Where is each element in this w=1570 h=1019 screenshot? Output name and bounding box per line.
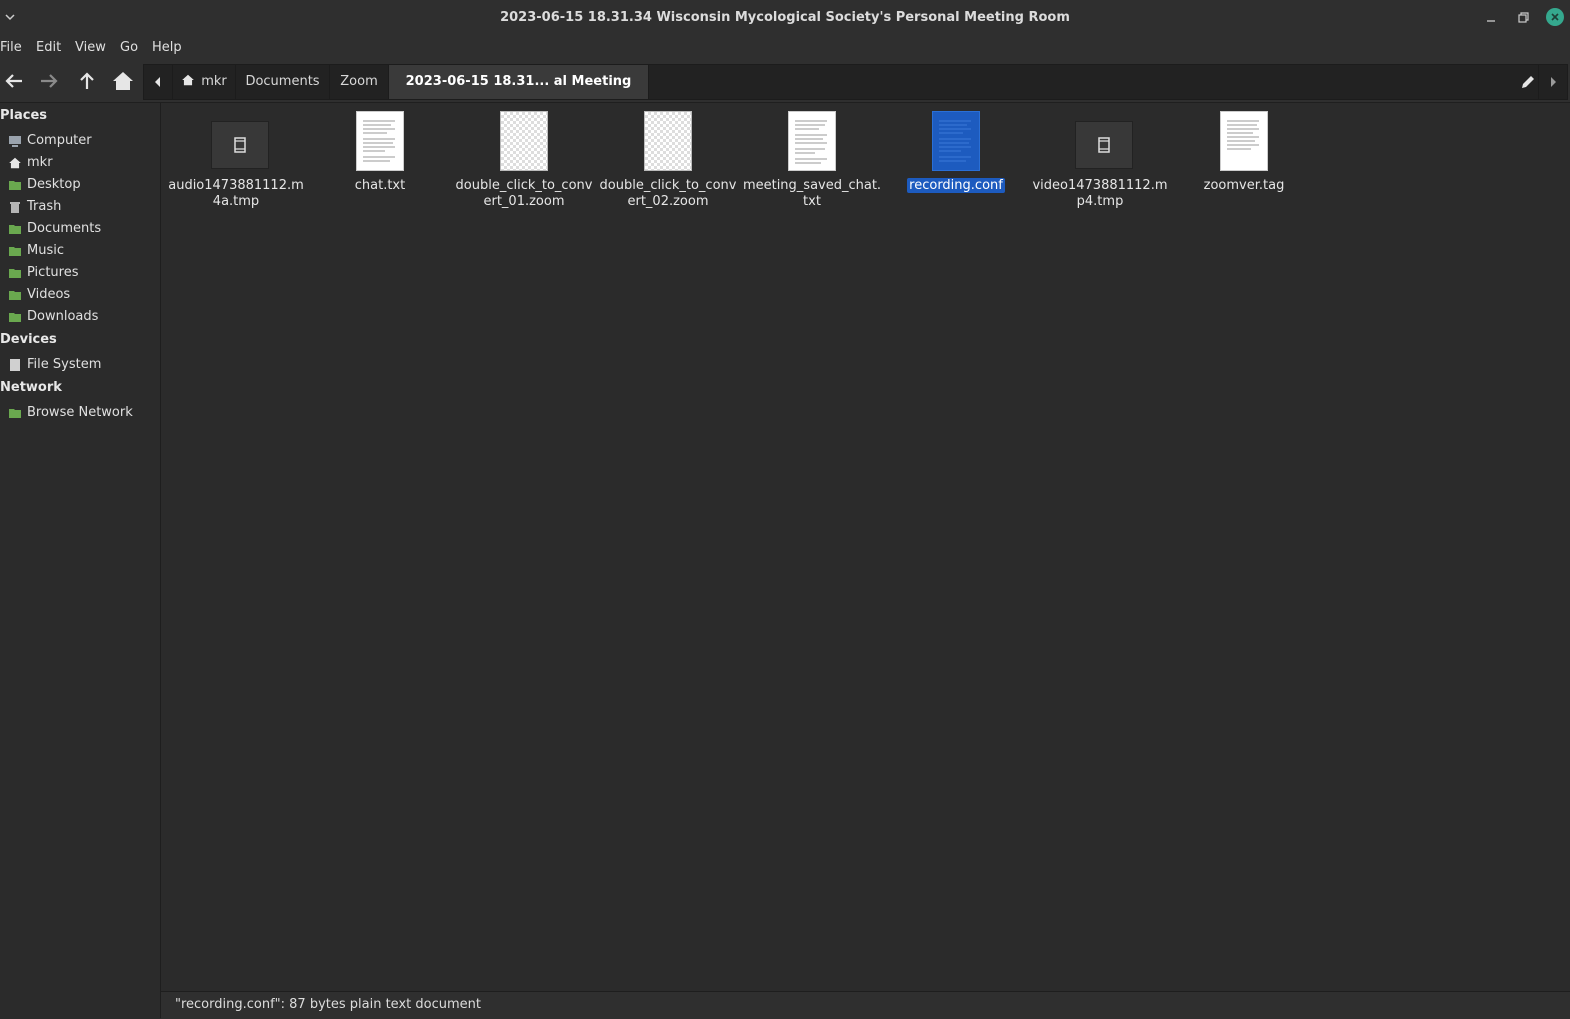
crumb-current-folder[interactable]: 2023-06-15 18.31... al Meeting Room [389,65,649,123]
close-icon [1551,13,1559,21]
file-name: chat.txt [354,178,406,193]
sidebar-item-documents[interactable]: Documents [8,219,158,239]
close-button[interactable] [1546,8,1564,26]
crumb-mkr[interactable]: mkr [173,65,236,99]
home-icon[interactable] [111,69,135,93]
drive-icon [10,359,20,371]
title-bar: 2023-06-15 18.31.34 Wisconsin Mycologica… [0,0,1570,36]
folder-icon [9,247,21,256]
places-heading: Places [0,108,48,123]
folder-icon [9,313,21,322]
sidebar-item-trash[interactable]: Trash [8,197,158,217]
image-file-icon [644,111,692,171]
folder-icon [9,225,21,234]
menu-edit[interactable]: Edit [36,40,61,55]
video-file-icon [211,121,269,169]
sidebar-item-label: Music [27,243,64,258]
file-name: audio1473881112.m 4a.tmp [168,178,304,209]
sidebar-item-label: Videos [27,287,71,302]
sidebar-item-label: Documents [27,221,102,236]
up-icon[interactable] [75,69,99,93]
home-icon [9,157,21,169]
sidebar-item-pictures[interactable]: Pictures [8,263,158,283]
text-file-icon [1220,111,1268,171]
menu-file[interactable]: File [0,40,22,55]
caret-left-icon [155,77,160,87]
sidebar-item-label: Trash [27,199,62,214]
menu-go[interactable]: Go [120,40,138,55]
sidebar-item-label: mkr [27,155,53,170]
path-scroll-left[interactable] [144,65,173,99]
image-file-icon [500,111,548,171]
forward-icon[interactable] [37,69,61,93]
sidebar-item-downloads[interactable]: Downloads [8,307,158,327]
sidebar-item-label: Downloads [27,309,99,324]
path-bar: mkr Documents Zoom 2023-06-15 18.31... a… [143,64,1568,123]
menu-view[interactable]: View [75,40,106,55]
network-folder-icon [9,409,21,418]
crumb-zoom[interactable]: Zoom [330,65,389,99]
sidebar-item-label: File System [27,357,102,372]
path-scroll-right[interactable] [1538,65,1567,99]
pencil-icon[interactable] [1519,73,1537,91]
file-name: zoomver.tag [1203,178,1285,193]
file-name: video1473881112.m p4.tmp [1032,178,1168,209]
file-view: audio1473881112.m 4a.tmp chat.txt double_… [161,103,1570,991]
network-heading: Network [0,380,62,395]
file-name: double_click_to_conv ert_02.zoom [599,178,737,209]
minimize-icon[interactable] [1483,10,1499,26]
back-icon[interactable] [2,69,26,93]
maximize-icon[interactable] [1515,10,1531,26]
sidebar: Places Computer mkr Desktop Trash Docume… [0,103,161,1018]
file-name: double_click_to_conv ert_01.zoom [455,178,593,209]
folder-icon [9,269,21,278]
sidebar-item-file-system[interactable]: File System [8,355,158,375]
crumb-documents[interactable]: Documents [236,65,330,99]
caret-right-icon [1551,77,1556,87]
crumb-label: mkr [201,74,227,89]
status-bar: "recording.conf": 87 bytes plain text do… [161,991,1570,1019]
window-title: 2023-06-15 18.31.34 Wisconsin Mycologica… [500,10,1070,25]
menu-help[interactable]: Help [152,40,182,55]
sidebar-item-label: Pictures [27,265,79,280]
sidebar-item-music[interactable]: Music [8,241,158,261]
menu-bar: File Edit View Go Help [0,36,1570,60]
file-name: recording.conf [907,178,1005,193]
devices-heading: Devices [0,332,57,347]
status-text: "recording.conf": 87 bytes plain text do… [175,997,481,1012]
computer-icon [9,136,21,147]
sidebar-item-label: Computer [27,133,92,148]
sidebar-item-label: Desktop [27,177,81,192]
sidebar-item-browse-network[interactable]: Browse Network [8,403,158,423]
folder-icon [9,181,21,190]
sidebar-item-videos[interactable]: Videos [8,285,158,305]
home-icon [182,74,195,86]
text-file-icon [356,111,404,171]
text-file-icon [932,111,980,171]
video-file-icon [1075,121,1133,169]
sidebar-item-label: Browse Network [27,405,133,420]
sidebar-item-computer[interactable]: Computer [8,131,158,151]
trash-icon [10,202,20,213]
sidebar-item-desktop[interactable]: Desktop [8,175,158,195]
text-file-icon [788,111,836,171]
sidebar-item-mkr[interactable]: mkr [8,153,158,173]
toolbar: mkr Documents Zoom 2023-06-15 18.31... a… [0,60,1570,123]
folder-icon [9,291,21,300]
file-name: meeting_saved_chat. txt [742,178,882,209]
